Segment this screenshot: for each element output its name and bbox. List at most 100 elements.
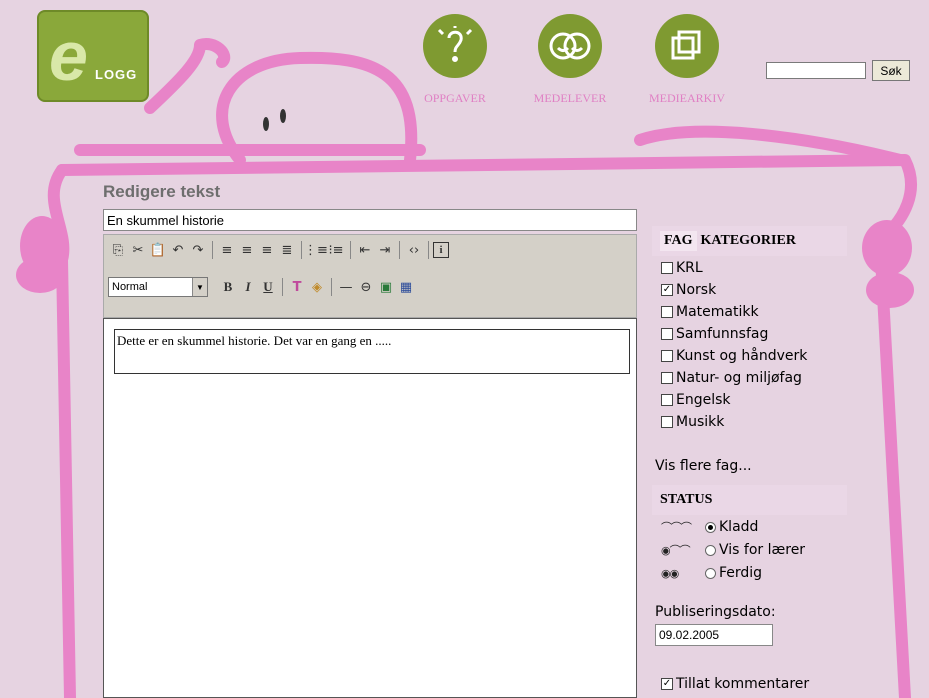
subject-checkbox-engelsk[interactable]: Engelsk <box>661 392 731 408</box>
toolbar-separator <box>399 241 400 259</box>
toolbar-separator <box>282 278 283 296</box>
checkbox[interactable] <box>661 328 673 340</box>
media-archive-icon <box>655 14 719 78</box>
nav-mediearkiv[interactable]: MEDIEARKIV <box>637 14 737 106</box>
align-justify-icon[interactable]: ≣ <box>277 240 297 260</box>
checkbox[interactable] <box>661 306 673 318</box>
subject-checkbox-natur[interactable]: Natur- og miljøfag <box>661 370 802 386</box>
page-title: Redigere tekst <box>103 182 221 201</box>
subject-checkbox-krl[interactable]: KRL <box>661 260 703 276</box>
elogg-logo[interactable]: e LOGG <box>37 10 149 102</box>
logo-e-glyph: e <box>49 17 88 95</box>
nav-medelever[interactable]: MEDELEVER <box>520 14 620 106</box>
editor-text[interactable]: Dette er en skummel historie. Det var en… <box>114 329 630 374</box>
insert-image-icon[interactable]: ▣ <box>376 277 396 297</box>
subject-label: Kunst og håndverk <box>676 348 808 364</box>
subject-label: Norsk <box>676 282 717 298</box>
toolbar-separator <box>301 241 302 259</box>
category-tabs: FAG KATEGORIER <box>652 226 847 256</box>
status-heading-label: STATUS <box>660 492 713 507</box>
format-select[interactable]: Normal ▼ <box>108 277 208 297</box>
italic-icon[interactable]: I <box>238 277 258 297</box>
toolbar-row-2: Normal ▼ B I U T ◈ — ⊖ ▣ ▦ <box>108 275 416 299</box>
align-center-icon[interactable]: ≡ <box>237 240 257 260</box>
status-option-kladd[interactable]: ⌒⌒⌒ Kladd <box>661 519 758 535</box>
half-open-eyes-icon: ◉⌒⌒ <box>661 544 691 557</box>
category-panel: FAG KATEGORIER KRL ✓ Norsk Matematikk Sam… <box>652 223 847 698</box>
open-eyes-icon: ◉◉ <box>661 566 679 580</box>
text-color-icon[interactable]: T <box>287 277 307 297</box>
redo-icon[interactable]: ↷ <box>188 240 208 260</box>
nav-oppgaver-label: OPPGAVER <box>424 91 486 105</box>
status-label: Vis for lærer <box>719 542 806 558</box>
search-input[interactable] <box>766 62 866 79</box>
horizontal-rule-icon[interactable]: — <box>336 277 356 297</box>
checkbox[interactable] <box>661 416 673 428</box>
radio-selected[interactable] <box>705 521 716 533</box>
checkbox[interactable] <box>661 262 673 274</box>
search-button[interactable]: Søk <box>872 60 910 81</box>
toolbar-separator <box>331 278 332 296</box>
subject-checkbox-musikk[interactable]: Musikk <box>661 414 724 430</box>
toolbar-separator <box>428 241 429 259</box>
status-option-ferdig[interactable]: ◉◉ Ferdig <box>661 565 762 581</box>
outdent-icon[interactable]: ⇤ <box>355 240 375 260</box>
subject-label: Natur- og miljøfag <box>676 370 802 386</box>
subject-checkbox-kunst[interactable]: Kunst og håndverk <box>661 348 807 364</box>
highlight-color-icon[interactable]: ◈ <box>307 277 327 297</box>
editor-area[interactable]: Dette er en skummel historie. Det var en… <box>103 318 637 698</box>
subject-label: KRL <box>676 260 703 276</box>
toolbar-separator <box>350 241 351 259</box>
align-left-icon[interactable]: ≡ <box>217 240 237 260</box>
classmates-icon <box>538 14 602 78</box>
subject-label: Matematikk <box>676 304 759 320</box>
subject-label: Samfunnsfag <box>676 326 769 342</box>
subject-checkbox-norsk[interactable]: ✓ Norsk <box>661 282 716 298</box>
indent-icon[interactable]: ⇥ <box>375 240 395 260</box>
status-heading: STATUS <box>652 485 847 515</box>
checkbox[interactable] <box>661 350 673 362</box>
subject-checkbox-matematikk[interactable]: Matematikk <box>661 304 759 320</box>
checkbox-checked[interactable]: ✓ <box>661 284 673 296</box>
toolbar-separator <box>212 241 213 259</box>
checkbox-checked[interactable]: ✓ <box>661 678 673 690</box>
title-input[interactable] <box>103 209 637 231</box>
closed-eyes-icon: ⌒⌒⌒ <box>661 521 692 534</box>
allow-comments-label: Tillat kommentarer <box>676 676 810 692</box>
radio-dot <box>708 524 713 530</box>
subject-label: Musikk <box>676 414 725 430</box>
ordered-list-icon[interactable]: ⋮≡ <box>304 240 328 260</box>
status-label: Ferdig <box>719 565 763 581</box>
radio[interactable] <box>705 544 716 556</box>
info-icon[interactable]: i <box>433 242 449 258</box>
more-subjects-link[interactable]: Vis flere fag... <box>655 458 752 474</box>
nav-mediearkiv-label: MEDIEARKIV <box>649 91 725 105</box>
radio[interactable] <box>705 567 716 579</box>
checkbox[interactable] <box>661 394 673 406</box>
tab-kategorier[interactable]: KATEGORIER <box>701 233 796 249</box>
subject-checkbox-samfunnsfag[interactable]: Samfunnsfag <box>661 326 768 342</box>
copy-icon[interactable]: ⎘ <box>108 240 128 260</box>
allow-comments-checkbox[interactable]: ✓ Tillat kommentarer <box>661 676 809 692</box>
subject-label: Engelsk <box>676 392 731 408</box>
status-label: Kladd <box>719 519 759 535</box>
toolbar-row-1: ⎘ ✂ 📋 ↶ ↷ ≡ ≡ ≡ ≣ ⋮≡ ⁝≡ ⇤ ⇥ ‹› i <box>108 238 449 262</box>
cut-icon[interactable]: ✂ <box>128 240 148 260</box>
status-option-vis-for-laerer[interactable]: ◉⌒⌒ Vis for lærer <box>661 542 805 558</box>
tab-fag[interactable]: FAG <box>660 231 697 251</box>
editor-toolbar: ⎘ ✂ 📋 ↶ ↷ ≡ ≡ ≡ ≣ ⋮≡ ⁝≡ ⇤ ⇥ ‹› i Normal … <box>103 234 637 318</box>
publish-date-label: Publiseringsdato: <box>655 604 776 620</box>
align-right-icon[interactable]: ≡ <box>257 240 277 260</box>
question-bulb-icon <box>423 14 487 78</box>
undo-icon[interactable]: ↶ <box>168 240 188 260</box>
paste-icon[interactable]: 📋 <box>148 240 168 260</box>
unordered-list-icon[interactable]: ⁝≡ <box>326 240 346 260</box>
underline-icon[interactable]: U <box>258 277 278 297</box>
source-code-icon[interactable]: ‹› <box>404 240 424 260</box>
bold-icon[interactable]: B <box>218 277 238 297</box>
checkbox[interactable] <box>661 372 673 384</box>
link-icon[interactable]: ⊖ <box>356 277 376 297</box>
nav-oppgaver[interactable]: OPPGAVER <box>405 14 505 106</box>
publish-date-input[interactable] <box>655 624 773 646</box>
insert-table-icon[interactable]: ▦ <box>396 277 416 297</box>
